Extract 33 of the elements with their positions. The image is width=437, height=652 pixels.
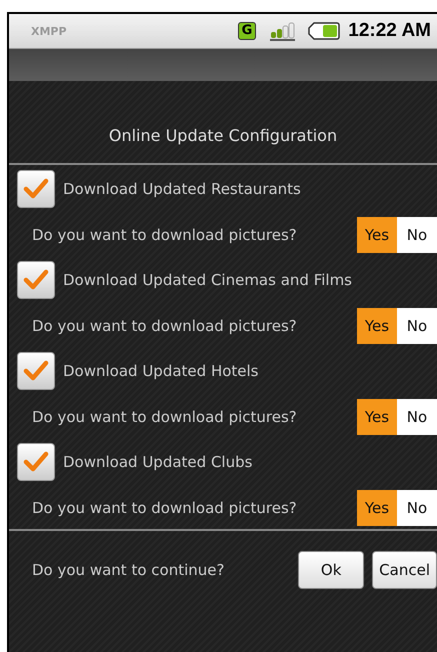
dialog-title: Online Update Configuration [108,125,338,147]
question-text: Do you want to download pictures? [32,316,297,334]
checkbox-label: Download Updated Cinemas and Films [63,271,352,289]
checkbox-label: Download Updated Clubs [63,453,252,471]
signal-icon [270,21,296,41]
checkbox[interactable] [17,443,55,481]
app-label: XMPP [31,24,68,38]
toggle-option[interactable]: Yes [357,216,397,252]
checkbox[interactable] [17,261,55,299]
toggle-option[interactable]: Yes [357,490,397,526]
question-text: Do you want to download pictures? [32,408,297,426]
checkbox[interactable] [17,170,55,208]
checkmark-icon [23,178,49,200]
dialog-button[interactable]: Cancel [372,551,437,589]
dialog-button[interactable]: Ok [298,551,364,589]
checkmark-icon [23,269,49,291]
toggle-option[interactable]: Yes [357,398,397,434]
checkbox-label: Download Updated Restaurants [63,180,301,198]
checkbox[interactable] [17,352,55,390]
checkbox-label: Download Updated Hotels [63,362,258,380]
toggle-option[interactable]: No [397,398,437,434]
toggle-option[interactable]: No [397,490,437,526]
clock: 12:22 AM [348,20,431,42]
checkmark-icon [23,360,49,382]
toggle-option[interactable]: Yes [357,308,397,344]
network-badge: G [238,22,256,40]
toggle-option[interactable]: No [397,216,437,252]
toggle-option[interactable]: No [397,308,437,344]
question-text: Do you want to continue? [32,561,224,579]
question-text: Do you want to download pictures? [32,226,297,244]
question-text: Do you want to download pictures? [32,498,297,516]
battery-icon [308,22,340,40]
checkmark-icon [23,451,49,473]
